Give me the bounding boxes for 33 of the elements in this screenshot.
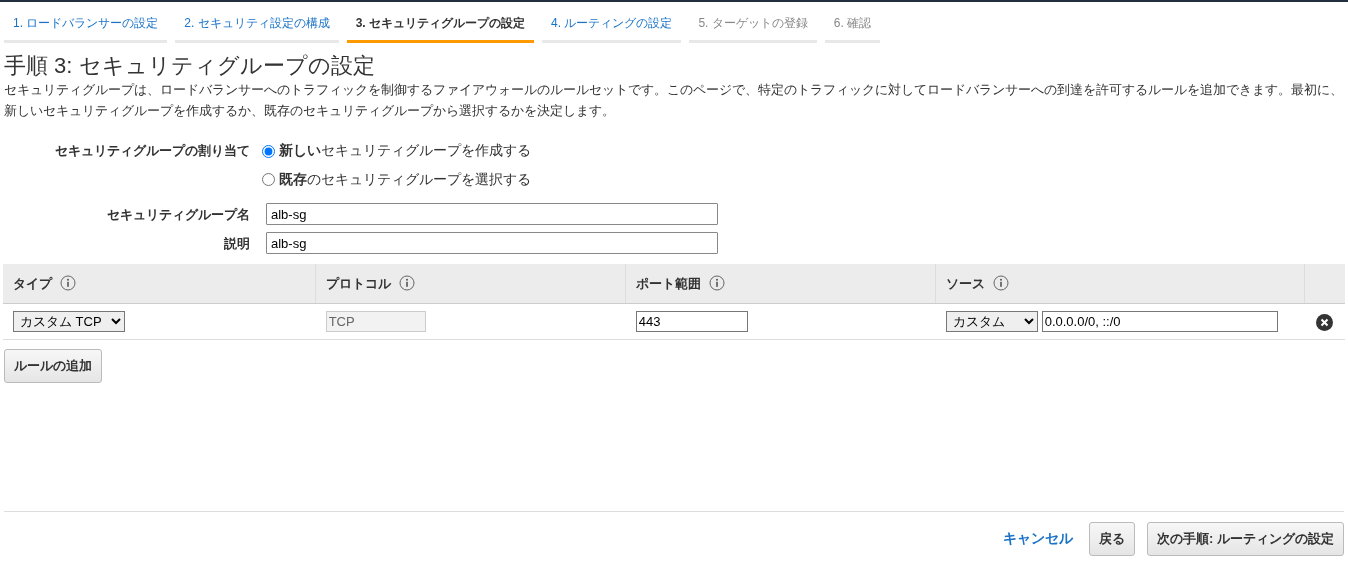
protocol-field[interactable]: TCP — [325, 311, 426, 333]
text-field[interactable]: alb-sg — [266, 203, 718, 226]
info-icon[interactable] — [993, 274, 1010, 291]
field-label: セキュリティグループ名 — [106, 205, 251, 224]
radio-label: 新しいセキュリティグループを作成する — [279, 142, 531, 161]
text-field[interactable]: alb-sg — [266, 232, 718, 255]
type-select[interactable]: カスタム TCP — [13, 311, 125, 333]
radio-button[interactable] — [262, 173, 275, 187]
column-header: タイプ — [13, 275, 52, 291]
radio-button[interactable] — [262, 145, 275, 158]
remove-icon[interactable] — [1316, 314, 1334, 332]
column-header: ソース — [946, 275, 986, 291]
add-rule-button[interactable]: ルールの追加 — [4, 349, 102, 383]
radio-label: 既存のセキュリティグループを選択する — [279, 170, 531, 189]
next-button[interactable]: 次の手順: ルーティングの設定 — [1147, 522, 1344, 556]
step-tab[interactable]: 4. ルーティングの設定 — [542, 7, 682, 43]
column-header: ポート範囲 — [636, 275, 702, 291]
field-label: 説明 — [223, 234, 251, 253]
page-title: 手順 3: セキュリティグループの設定 — [4, 53, 376, 80]
info-icon[interactable] — [709, 274, 726, 291]
step-tab[interactable]: 1. ロードバランサーの設定 — [4, 7, 168, 43]
cidr-field[interactable]: 0.0.0.0/0, ::/0 — [1041, 311, 1278, 333]
source-select[interactable]: カスタム — [945, 311, 1038, 333]
info-icon[interactable] — [60, 274, 76, 291]
description-text: セキュリティグループは、ロードバランサーへのトラフィックを制御するファイアウォールのルールセットです。このページで、特定のトラフィックに対してロードバランサーへの到達を許可するルールを追加できます。最初に、新しいセキュリティグループを作成するか、既存のセキュリティグループから選択するかを決定します。 — [4, 81, 1344, 121]
column-header: プロトコル — [326, 275, 392, 291]
cancel-link[interactable]: キャンセル — [1003, 528, 1074, 550]
back-button[interactable]: 戻る — [1089, 522, 1136, 556]
step-tab[interactable]: 2. セキュリティ設定の構成 — [175, 7, 339, 43]
step-tab[interactable]: 3. セキュリティグループの設定 — [346, 7, 535, 43]
info-icon[interactable] — [399, 274, 416, 291]
field-label: セキュリティグループの割り当て — [54, 142, 251, 161]
port-range-field[interactable]: 443 — [635, 311, 748, 333]
